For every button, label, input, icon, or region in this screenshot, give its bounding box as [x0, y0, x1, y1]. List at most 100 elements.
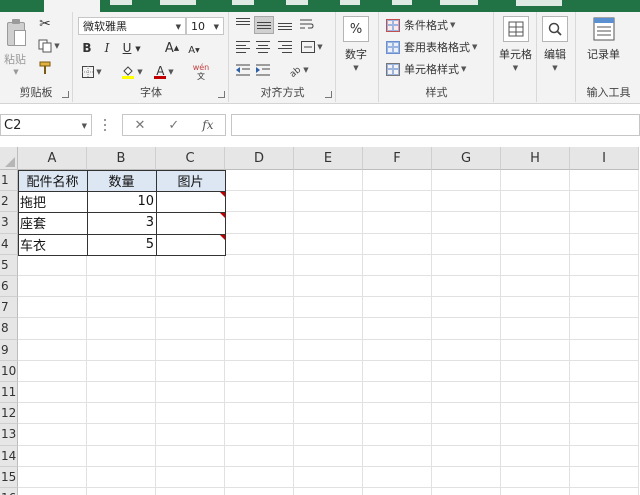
tab-view[interactable] — [392, 0, 412, 5]
cell-g6[interactable] — [432, 276, 501, 298]
cell-h13[interactable] — [501, 424, 570, 446]
cell-e2[interactable] — [294, 191, 363, 213]
row-header-9[interactable]: 9 — [0, 339, 18, 361]
cell-d12[interactable] — [225, 403, 294, 425]
cell-b8[interactable] — [87, 318, 156, 340]
cell-a3[interactable]: 座套 — [18, 212, 87, 233]
cell-g12[interactable] — [432, 403, 501, 425]
cell-e5[interactable] — [294, 254, 363, 276]
cell-b4[interactable]: 5 — [87, 234, 156, 255]
grow-font-button[interactable]: A ▲ — [164, 40, 180, 56]
align-left-icon[interactable] — [234, 39, 252, 55]
cell-a1[interactable]: 配件名称 — [18, 170, 87, 192]
cell-h10[interactable] — [501, 360, 570, 382]
cell-i5[interactable] — [570, 254, 639, 276]
cell-f9[interactable] — [363, 339, 432, 361]
cell-c3[interactable] — [156, 212, 225, 233]
row-header-15[interactable]: 15 — [0, 466, 18, 488]
cell-e6[interactable] — [294, 276, 363, 298]
font-color-button[interactable]: A ▼ — [152, 64, 176, 80]
cell-b10[interactable] — [87, 360, 156, 382]
cell-c8[interactable] — [156, 318, 225, 340]
cell-h1[interactable] — [501, 170, 570, 192]
cell-g1[interactable] — [432, 170, 501, 192]
row-header-1[interactable]: 1 — [0, 170, 18, 192]
column-header-h[interactable]: H — [501, 147, 570, 170]
cell-styles-button[interactable]: 单元格样式 ▼ — [386, 60, 466, 78]
cancel-icon[interactable]: ✕ — [134, 118, 145, 133]
column-header-i[interactable]: I — [570, 147, 639, 170]
column-header-b[interactable]: B — [87, 147, 156, 170]
cell-d13[interactable] — [225, 424, 294, 446]
tab-page-layout[interactable] — [160, 0, 196, 5]
cell-f3[interactable] — [363, 212, 432, 234]
row-header-14[interactable]: 14 — [0, 445, 18, 467]
cell-d10[interactable] — [225, 360, 294, 382]
cell-b5[interactable] — [87, 254, 156, 276]
cell-d14[interactable] — [225, 445, 294, 467]
editing-button[interactable]: 编辑 ▼ — [542, 16, 568, 72]
cell-d3[interactable] — [225, 212, 294, 234]
cell-g8[interactable] — [432, 318, 501, 340]
cell-b16[interactable] — [87, 488, 156, 495]
cell-a14[interactable] — [18, 445, 87, 467]
cell-e15[interactable] — [294, 466, 363, 488]
cell-c10[interactable] — [156, 360, 225, 382]
cell-f7[interactable] — [363, 297, 432, 319]
cell-b9[interactable] — [87, 339, 156, 361]
cell-a13[interactable] — [18, 424, 87, 446]
cell-i2[interactable] — [570, 191, 639, 213]
cell-c7[interactable] — [156, 297, 225, 319]
cell-f1[interactable] — [363, 170, 432, 192]
cell-i11[interactable] — [570, 382, 639, 404]
row-header-11[interactable]: 11 — [0, 382, 18, 404]
column-header-e[interactable]: E — [294, 147, 363, 170]
cell-e1[interactable] — [294, 170, 363, 192]
cell-e3[interactable] — [294, 212, 363, 234]
cell-e13[interactable] — [294, 424, 363, 446]
cell-a2[interactable]: 拖把 — [18, 191, 87, 212]
bold-button[interactable]: B — [80, 40, 94, 56]
cell-h5[interactable] — [501, 254, 570, 276]
cell-i7[interactable] — [570, 297, 639, 319]
tell-me-search[interactable] — [516, 0, 562, 6]
cell-a6[interactable] — [18, 276, 87, 298]
cell-g7[interactable] — [432, 297, 501, 319]
cell-c12[interactable] — [156, 403, 225, 425]
cell-f11[interactable] — [363, 382, 432, 404]
format-as-table-button[interactable]: 套用表格格式 ▼ — [386, 38, 477, 56]
cell-a12[interactable] — [18, 403, 87, 425]
paste-dropdown-icon[interactable]: ▼ — [12, 68, 20, 76]
column-header-a[interactable]: A — [18, 147, 87, 170]
cell-g14[interactable] — [432, 445, 501, 467]
cell-b6[interactable] — [87, 276, 156, 298]
font-size-select[interactable]: 10 ▼ — [186, 17, 224, 35]
row-header-5[interactable]: 5 — [0, 254, 18, 276]
cell-c13[interactable] — [156, 424, 225, 446]
row-header-4[interactable]: 4 — [0, 233, 18, 255]
cell-b14[interactable] — [87, 445, 156, 467]
underline-dropdown-icon[interactable]: ▼ — [134, 42, 142, 56]
cell-c16[interactable] — [156, 488, 225, 495]
column-header-g[interactable]: G — [432, 147, 501, 170]
cell-i14[interactable] — [570, 445, 639, 467]
row-header-8[interactable]: 8 — [0, 318, 18, 340]
cell-h11[interactable] — [501, 382, 570, 404]
cell-i16[interactable] — [570, 488, 639, 495]
number-format-button[interactable]: % 数字 ▼ — [343, 16, 369, 72]
cells-button[interactable]: 单元格 ▼ — [499, 16, 532, 72]
column-header-d[interactable]: D — [225, 147, 294, 170]
cell-i9[interactable] — [570, 339, 639, 361]
cell-a16[interactable] — [18, 488, 87, 495]
cell-d7[interactable] — [225, 297, 294, 319]
font-name-select[interactable]: 微软雅黑 ▼ — [78, 17, 186, 35]
data-form-button[interactable]: 记录单 — [587, 16, 620, 62]
cell-g13[interactable] — [432, 424, 501, 446]
cell-f2[interactable] — [363, 191, 432, 213]
cell-f4[interactable] — [363, 233, 432, 255]
cell-d11[interactable] — [225, 382, 294, 404]
cell-h8[interactable] — [501, 318, 570, 340]
align-middle-icon[interactable] — [254, 16, 274, 34]
cell-f5[interactable] — [363, 254, 432, 276]
cell-f15[interactable] — [363, 466, 432, 488]
